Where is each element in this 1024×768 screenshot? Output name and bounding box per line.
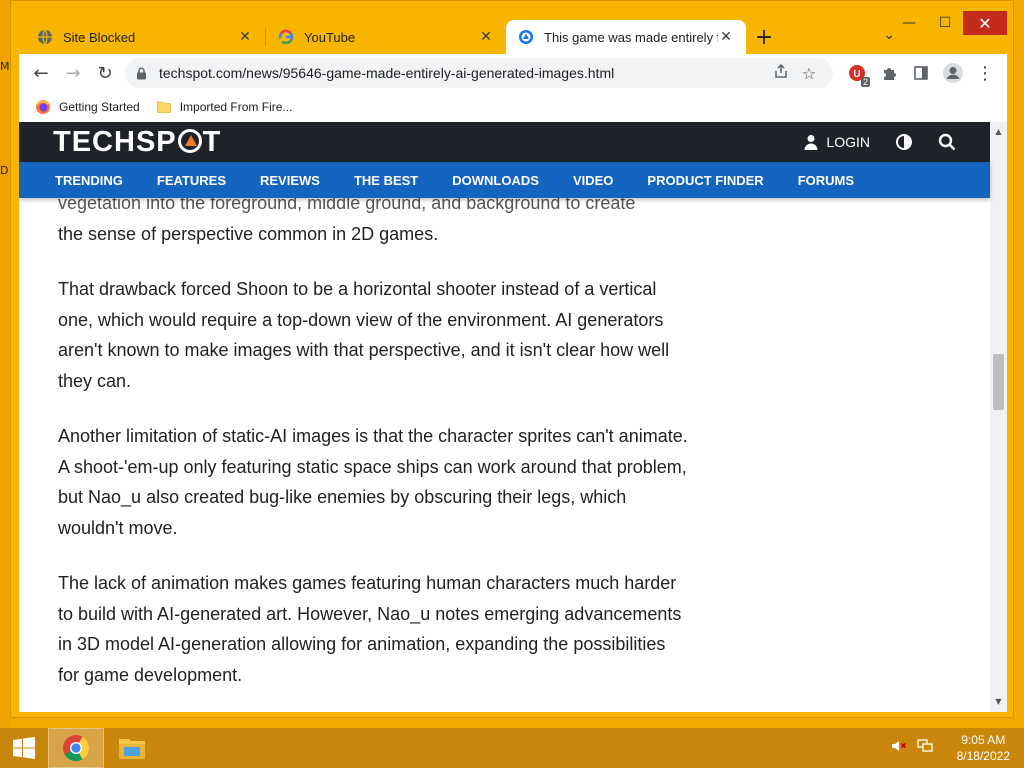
taskbar-clock[interactable]: 9:05 AM 8/18/2022	[957, 732, 1010, 764]
tab-techspot[interactable]: This game was made entirely fro ✕	[506, 20, 746, 54]
browser-toolbar: ← → ↻ techspot.com/news/95646-game-made-…	[19, 54, 1007, 92]
nav-trending[interactable]: TRENDING	[55, 173, 123, 188]
chrome-taskbar-icon[interactable]	[48, 728, 104, 768]
techspot-logo[interactable]: TECHSP T	[53, 126, 221, 159]
tab-title: YouTube	[304, 29, 356, 45]
file-explorer-taskbar-icon[interactable]	[104, 728, 160, 768]
lock-icon[interactable]	[135, 66, 147, 80]
new-tab-button[interactable]: +	[746, 20, 782, 54]
extension-badge-icon[interactable]: U 2	[841, 57, 873, 89]
clock-date: 8/18/2022	[956, 749, 1010, 763]
svg-text:U: U	[853, 69, 860, 80]
bookmark-label: Getting Started	[59, 100, 140, 114]
search-icon[interactable]	[938, 133, 956, 151]
logo-o-icon	[177, 128, 202, 153]
menu-kebab-icon[interactable]: ⋮	[969, 57, 1001, 89]
nav-forums[interactable]: FORUMS	[798, 173, 854, 188]
nav-reviews[interactable]: REVIEWS	[260, 173, 320, 188]
article-paragraph: Another limitation of static-AI images i…	[58, 426, 688, 538]
nav-downloads[interactable]: DOWNLOADS	[452, 173, 539, 188]
globe-icon	[37, 29, 53, 45]
forward-button[interactable]: →	[57, 57, 89, 89]
tab-close-icon[interactable]: ✕	[478, 29, 494, 45]
folder-icon	[156, 99, 172, 115]
site-nav: TRENDING FEATURES REVIEWS THE BEST DOWNL…	[19, 162, 990, 198]
back-button[interactable]: ←	[25, 57, 57, 89]
header-actions: LOGIN	[778, 122, 956, 162]
desktop-icon-label: D	[0, 164, 9, 177]
page-viewport: TECHSP T LOGIN TRENDING FEATURES REVIEWS…	[19, 122, 1007, 712]
tab-search-chevron-icon[interactable]: ⌄	[883, 27, 895, 43]
user-icon	[804, 134, 818, 150]
logo-text: TECHSP	[53, 125, 177, 158]
bookmark-label: Imported From Fire...	[179, 100, 293, 114]
article-paragraph: The lack of animation makes games featur…	[58, 573, 682, 685]
network-icon[interactable]	[916, 739, 933, 757]
side-panel-icon[interactable]	[905, 57, 937, 89]
firefox-icon	[35, 99, 51, 115]
url-text[interactable]: techspot.com/news/95646-game-made-entire…	[159, 65, 767, 81]
nav-video[interactable]: VIDEO	[573, 173, 613, 188]
scrollbar-thumb[interactable]	[993, 354, 1004, 410]
reload-button[interactable]: ↻	[89, 57, 121, 89]
theme-toggle-icon[interactable]	[896, 134, 912, 150]
extensions-puzzle-icon[interactable]	[873, 57, 905, 89]
bookmarks-bar: Getting Started Imported From Fire...	[19, 92, 1007, 122]
article-text: the sense of perspective common in 2D ga…	[58, 223, 439, 244]
tab-site-blocked[interactable]: Site Blocked ✕	[25, 20, 265, 54]
bookmark-imported-folder[interactable]: Imported From Fire...	[156, 99, 293, 115]
minimize-button[interactable]: —	[891, 11, 927, 35]
tab-strip: Site Blocked ✕ YouTube ✕ This game was m…	[25, 20, 782, 54]
window-controls: — ☐ ✕	[891, 11, 1007, 35]
volume-muted-icon[interactable]	[891, 739, 907, 757]
scroll-up-arrow-icon[interactable]: ▲	[990, 124, 1007, 140]
logo-text: T	[202, 125, 222, 158]
taskbar: 9:05 AM 8/18/2022	[0, 728, 1024, 768]
google-g-icon	[278, 29, 294, 45]
nav-features[interactable]: FEATURES	[157, 173, 226, 188]
nav-the-best[interactable]: THE BEST	[354, 173, 418, 188]
tab-youtube[interactable]: YouTube ✕	[266, 20, 506, 54]
nav-product-finder[interactable]: PRODUCT FINDER	[647, 173, 763, 188]
desktop-icon-label: M	[0, 60, 10, 73]
maximize-button[interactable]: ☐	[927, 11, 963, 35]
tab-close-icon[interactable]: ✕	[718, 29, 734, 45]
tab-title: Site Blocked	[63, 29, 136, 45]
clock-time: 9:05 AM	[961, 733, 1006, 747]
browser-window: — ☐ ✕ Site Blocked ✕ YouTube ✕ This game…	[10, 0, 1014, 718]
share-icon[interactable]	[767, 63, 795, 83]
desktop-edge	[0, 0, 10, 728]
system-tray: 9:05 AM 8/18/2022	[891, 728, 1010, 768]
techspot-icon	[518, 29, 534, 45]
page-scrollbar[interactable]: ▲ ▼	[990, 122, 1007, 712]
bookmark-star-icon[interactable]: ☆	[795, 64, 823, 83]
address-bar[interactable]: techspot.com/news/95646-game-made-entire…	[125, 58, 833, 88]
article-paragraph: That drawback forced Shoon to be a horiz…	[58, 279, 670, 391]
start-windows-icon[interactable]	[0, 728, 48, 768]
profile-avatar-icon[interactable]	[937, 57, 969, 89]
extension-count-badge: 2	[860, 77, 870, 87]
login-label: LOGIN	[826, 134, 870, 150]
tab-close-icon[interactable]: ✕	[237, 29, 253, 45]
article-body: vegetation into the foreground, middle g…	[58, 188, 688, 712]
close-window-button[interactable]: ✕	[963, 11, 1007, 35]
scroll-down-arrow-icon[interactable]: ▼	[990, 694, 1007, 710]
site-header: TECHSP T LOGIN	[19, 122, 990, 162]
tab-title: This game was made entirely fro	[544, 29, 718, 45]
login-link[interactable]: LOGIN	[804, 134, 870, 150]
bookmark-getting-started[interactable]: Getting Started	[35, 99, 140, 115]
